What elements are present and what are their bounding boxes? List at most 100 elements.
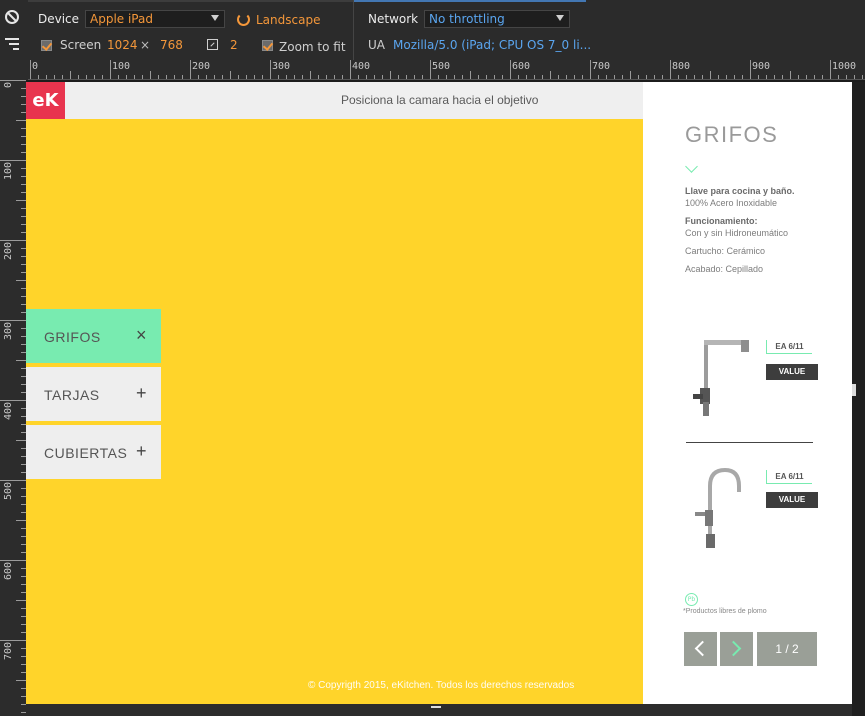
ruler-tick <box>150 71 151 79</box>
ruler-label: 200 <box>3 241 14 260</box>
ruler-tick <box>366 75 367 79</box>
ruler-tick <box>598 75 599 79</box>
product-code: EA 6/11 <box>766 470 812 484</box>
next-button[interactable] <box>720 632 753 666</box>
ruler-tick <box>638 75 639 79</box>
ruler-tick <box>750 60 751 79</box>
ruler-tick <box>174 75 175 79</box>
ruler-tick <box>422 75 423 79</box>
product-code: EA 6/11 <box>766 340 812 354</box>
ruler-tick <box>454 75 455 79</box>
ruler-tick <box>646 75 647 79</box>
ruler-label: 900 <box>752 61 771 72</box>
lead-free-icon: Pb <box>685 593 698 606</box>
ruler-tick <box>0 400 26 401</box>
ruler-tick <box>278 75 279 79</box>
ruler-tick <box>718 75 719 79</box>
screen-times: × <box>140 38 151 52</box>
ruler-tick <box>790 71 791 79</box>
ruler-tick <box>542 75 543 79</box>
screen-width[interactable]: 1024 <box>107 38 138 52</box>
ruler-tick <box>0 480 26 481</box>
ruler-tick <box>462 75 463 79</box>
previous-button[interactable] <box>684 632 717 666</box>
spec-line: Cartucho: Cerámico <box>685 246 766 256</box>
pixel-ratio[interactable]: 2 <box>230 38 238 52</box>
spec-line: Acabado: Cepillado <box>685 264 764 274</box>
zoom-label: Zoom to fit <box>279 40 346 54</box>
ua-value[interactable]: Mozilla/5.0 (iPad; CPU OS 7_0 li... <box>393 38 591 52</box>
ruler-tick <box>358 75 359 79</box>
ruler-tick <box>398 75 399 79</box>
ruler-label: 700 <box>3 641 14 660</box>
value-button[interactable]: VALUE <box>766 492 818 508</box>
ruler-tick <box>510 60 511 79</box>
ruler-label: 400 <box>3 401 14 420</box>
zoom-checkbox[interactable] <box>262 40 273 51</box>
resize-handle-bottom[interactable] <box>431 706 441 708</box>
device-select[interactable]: Apple iPad <box>85 10 225 28</box>
ruler-tick <box>0 160 26 161</box>
network-select[interactable]: No throttling <box>424 10 570 28</box>
ruler-tick <box>782 75 783 79</box>
block-icon[interactable] <box>5 10 19 24</box>
ruler-tick <box>206 75 207 79</box>
camera-instruction: Posiciona la camara hacia el objetivo <box>341 93 539 107</box>
menu-item-grifos[interactable]: GRIFOS × <box>26 309 161 363</box>
ruler-tick <box>350 60 351 79</box>
ruler-tick <box>414 75 415 79</box>
product-panel: GRIFOS Llave para cocina y baño. 100% Ac… <box>643 82 852 704</box>
screen-checkbox[interactable] <box>41 40 52 51</box>
ek-logo[interactable]: eK <box>26 82 65 119</box>
ruler-tick <box>230 71 231 79</box>
ruler-tick <box>0 320 26 321</box>
faucet-image <box>695 467 741 548</box>
ruler-tick <box>574 75 575 79</box>
ruler-tick <box>16 280 26 281</box>
ruler-label: 0 <box>32 61 39 72</box>
ruler-tick <box>134 75 135 79</box>
right-resize-strip <box>852 82 865 716</box>
ruler-label: 500 <box>3 481 14 500</box>
ruler-tick <box>438 75 439 79</box>
value-button[interactable]: VALUE <box>766 364 818 380</box>
orientation-button[interactable]: Landscape <box>256 13 320 27</box>
network-value: No throttling <box>429 12 505 26</box>
ruler-label: 1000 <box>832 61 857 72</box>
product-card[interactable]: EA 6/11 VALUE <box>683 336 823 436</box>
menu-item-cubiertas[interactable]: CUBIERTAS + <box>26 425 161 479</box>
device-label: Device <box>38 12 80 26</box>
screen-height[interactable]: 768 <box>160 38 183 52</box>
ruler-tick <box>46 75 47 79</box>
ruler-tick <box>558 75 559 79</box>
ruler-tick <box>830 60 831 79</box>
plus-icon[interactable]: + <box>136 441 147 462</box>
ruler-tick <box>774 75 775 79</box>
faucet-image <box>693 340 749 416</box>
ruler-tick <box>190 60 191 79</box>
ruler-tick <box>518 75 519 79</box>
product-card[interactable]: EA 6/11 VALUE <box>683 466 823 566</box>
ruler-label: 0 <box>3 81 14 88</box>
ruler-tick <box>382 75 383 79</box>
chevron-left-icon <box>694 640 711 657</box>
ruler-tick <box>494 75 495 79</box>
ruler-tick <box>590 60 591 79</box>
ruler-tick <box>30 60 31 79</box>
ruler-label: 100 <box>112 61 131 72</box>
rotate-icon[interactable] <box>237 13 250 26</box>
resize-handle[interactable] <box>852 384 856 396</box>
network-tab-indicator <box>354 0 586 2</box>
ruler-tick <box>70 71 71 79</box>
media-query-icon[interactable] <box>5 38 19 50</box>
ruler-label: 600 <box>3 561 14 580</box>
plus-icon[interactable]: + <box>136 383 147 404</box>
spec-line: 100% Acero Inoxidable <box>685 198 778 208</box>
ruler-tick <box>16 680 26 681</box>
ruler-tick <box>54 75 55 79</box>
ruler-tick <box>198 75 199 79</box>
network-label: Network <box>368 12 419 26</box>
ruler-tick <box>622 75 623 79</box>
menu-item-tarjas[interactable]: TARJAS + <box>26 367 161 421</box>
close-icon[interactable]: × <box>136 325 147 346</box>
